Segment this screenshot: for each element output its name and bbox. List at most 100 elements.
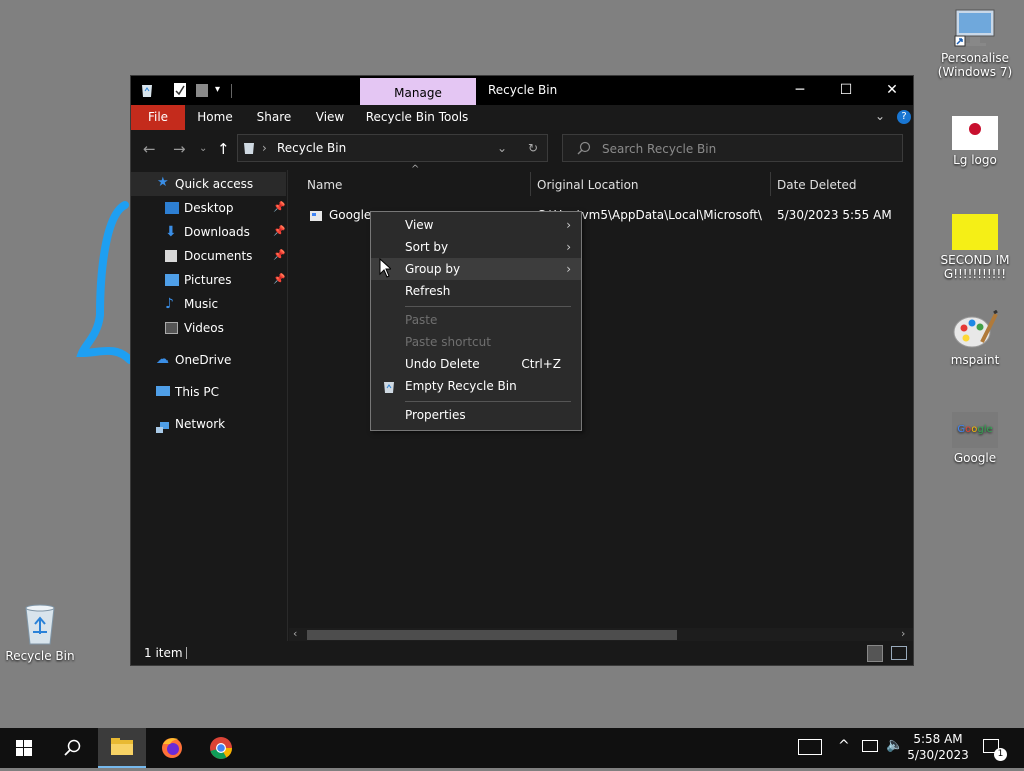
sidebar-item-desktop[interactable]: Desktop 📌: [131, 196, 286, 220]
windows-logo-icon: [16, 740, 32, 756]
column-header-name[interactable]: Name: [307, 170, 342, 200]
item-count: 1 item: [144, 646, 183, 660]
details-view-icon[interactable]: [867, 645, 883, 662]
properties-quick-icon[interactable]: [173, 82, 187, 98]
divider: [405, 401, 571, 402]
address-bar[interactable]: › Recycle Bin ⌄ ↻: [237, 134, 548, 162]
up-arrow-icon[interactable]: ↑: [217, 140, 230, 158]
column-header-date-deleted[interactable]: Date Deleted: [777, 170, 857, 200]
pin-icon: 📌: [273, 226, 286, 237]
maximize-button[interactable]: ☐: [823, 76, 869, 105]
cloud-icon: ☁: [156, 352, 169, 367]
volume-muted-icon[interactable]: 🔈: [886, 737, 903, 753]
customize-quick-access-icon[interactable]: ▾: [215, 82, 229, 98]
pictures-icon: [165, 274, 179, 286]
scrollbar-thumb[interactable]: [307, 630, 677, 640]
minimize-button[interactable]: ─: [777, 76, 823, 105]
sidebar-item-quick-access[interactable]: ★ Quick access: [131, 172, 286, 196]
column-header-original-location[interactable]: Original Location: [537, 170, 639, 200]
status-bar: 1 item: [131, 641, 913, 665]
tab-home[interactable]: Home: [193, 105, 237, 130]
chevron-up-icon[interactable]: ^: [838, 738, 850, 754]
tab-manage[interactable]: Manage: [360, 78, 476, 106]
tab-file[interactable]: File: [131, 105, 185, 130]
image-file-icon: [952, 214, 998, 250]
help-icon[interactable]: ?: [897, 110, 911, 124]
menu-item-properties[interactable]: Properties: [371, 404, 581, 426]
menu-item-sort-by[interactable]: Sort by ›: [371, 236, 581, 258]
menu-item-view[interactable]: View ›: [371, 214, 581, 236]
search-icon: [64, 739, 81, 756]
expand-ribbon-icon[interactable]: ⌄: [875, 109, 885, 123]
file-name: Google: [329, 208, 372, 222]
divider: [530, 172, 531, 196]
back-arrow-icon[interactable]: ←: [143, 140, 156, 158]
chevron-right-icon: ›: [566, 240, 571, 254]
file-date-deleted: 5/30/2023 5:55 AM: [777, 208, 892, 222]
news-widget-icon[interactable]: [798, 739, 822, 755]
pc-monitor-icon: [156, 386, 170, 396]
firefox-icon: [162, 738, 182, 758]
divider: [405, 306, 571, 307]
desktop-icon-label: Recycle Bin: [5, 649, 75, 663]
recycle-bin-icon: [20, 602, 60, 646]
menu-item-empty-recycle-bin[interactable]: Empty Recycle Bin: [371, 375, 581, 397]
desktop-icon-personalise[interactable]: Personalise (Windows 7): [935, 8, 1015, 79]
tab-share[interactable]: Share: [251, 105, 297, 130]
close-button[interactable]: ✕: [869, 76, 915, 105]
search-input[interactable]: Search Recycle Bin: [562, 134, 903, 162]
desktop-icon-recycle-bin[interactable]: Recycle Bin: [0, 602, 80, 663]
desktop-icon-mspaint[interactable]: mspaint: [935, 309, 1015, 367]
new-folder-quick-icon[interactable]: [195, 82, 209, 98]
navigation-pane: ★ Quick access Desktop 📌 ⬇ Downloads 📌 D…: [131, 170, 288, 641]
horizontal-scrollbar[interactable]: ‹ ›: [289, 627, 913, 641]
clock[interactable]: 5:58 AM 5/30/2023: [906, 731, 970, 763]
recent-locations-icon[interactable]: ⌄: [199, 143, 207, 154]
ribbon-tabs: File Home Share View Recycle Bin Tools ⌄…: [131, 105, 913, 130]
desktop-icon-label: SECOND IMG!!!!!!!!!!!: [940, 253, 1010, 281]
monitor-icon: [954, 8, 996, 48]
sidebar-item-music[interactable]: ♪ Music: [131, 292, 286, 316]
scroll-left-icon[interactable]: ‹: [293, 627, 297, 640]
search-placeholder: Search Recycle Bin: [602, 142, 717, 156]
sidebar-item-this-pc[interactable]: This PC: [131, 380, 286, 404]
breadcrumb-chevron-icon: ›: [262, 141, 267, 155]
music-note-icon: ♪: [165, 296, 174, 312]
desktop-icon-google[interactable]: Google Google: [935, 412, 1015, 465]
search-button[interactable]: [48, 728, 96, 768]
breadcrumb[interactable]: Recycle Bin: [277, 135, 346, 161]
download-arrow-icon: ⬇: [165, 224, 177, 240]
image-file-icon: Google: [952, 412, 998, 448]
desktop-icon-label: Google: [953, 451, 997, 465]
navigation-bar: ← → ⌄ ↑ › Recycle Bin ⌄ ↻ Search Recycle…: [131, 130, 913, 170]
menu-item-undo-delete[interactable]: Undo Delete Ctrl+Z: [371, 353, 581, 375]
refresh-icon[interactable]: ↻: [528, 135, 538, 161]
taskbar-chrome[interactable]: [197, 728, 245, 768]
scroll-right-icon[interactable]: ›: [901, 627, 905, 640]
address-dropdown-icon[interactable]: ⌄: [497, 135, 507, 161]
sidebar-item-network[interactable]: Network: [131, 412, 286, 436]
tab-view[interactable]: View: [309, 105, 351, 130]
large-icons-view-icon[interactable]: [891, 646, 907, 660]
desktop-icon-lg-logo[interactable]: Lg logo: [935, 116, 1015, 167]
chevron-right-icon: ›: [566, 262, 571, 276]
menu-item-refresh[interactable]: Refresh: [371, 280, 581, 302]
desktop-icon-label: mspaint: [950, 353, 1000, 367]
title-bar[interactable]: ▾ Manage Recycle Bin ─ ☐ ✕: [131, 76, 915, 106]
desktop-icon-second-img[interactable]: SECOND IMG!!!!!!!!!!!: [935, 214, 1015, 281]
start-button[interactable]: [0, 728, 48, 768]
taskbar-file-explorer[interactable]: [98, 728, 146, 768]
forward-arrow-icon[interactable]: →: [173, 140, 186, 158]
sidebar-item-videos[interactable]: Videos: [131, 316, 286, 340]
menu-item-group-by[interactable]: Group by ›: [371, 258, 581, 280]
pin-icon: 📌: [273, 202, 286, 213]
network-status-icon[interactable]: [862, 740, 878, 752]
tab-recycle-bin-tools[interactable]: Recycle Bin Tools: [364, 105, 470, 130]
taskbar-firefox[interactable]: [148, 728, 196, 768]
sidebar-item-pictures[interactable]: Pictures 📌: [131, 268, 286, 292]
sidebar-item-documents[interactable]: Documents 📌: [131, 244, 286, 268]
chrome-icon: [210, 737, 232, 759]
recycle-bin-small-icon: [383, 379, 395, 401]
sidebar-item-onedrive[interactable]: ☁ OneDrive: [131, 348, 286, 372]
sidebar-item-downloads[interactable]: ⬇ Downloads 📌: [131, 220, 286, 244]
